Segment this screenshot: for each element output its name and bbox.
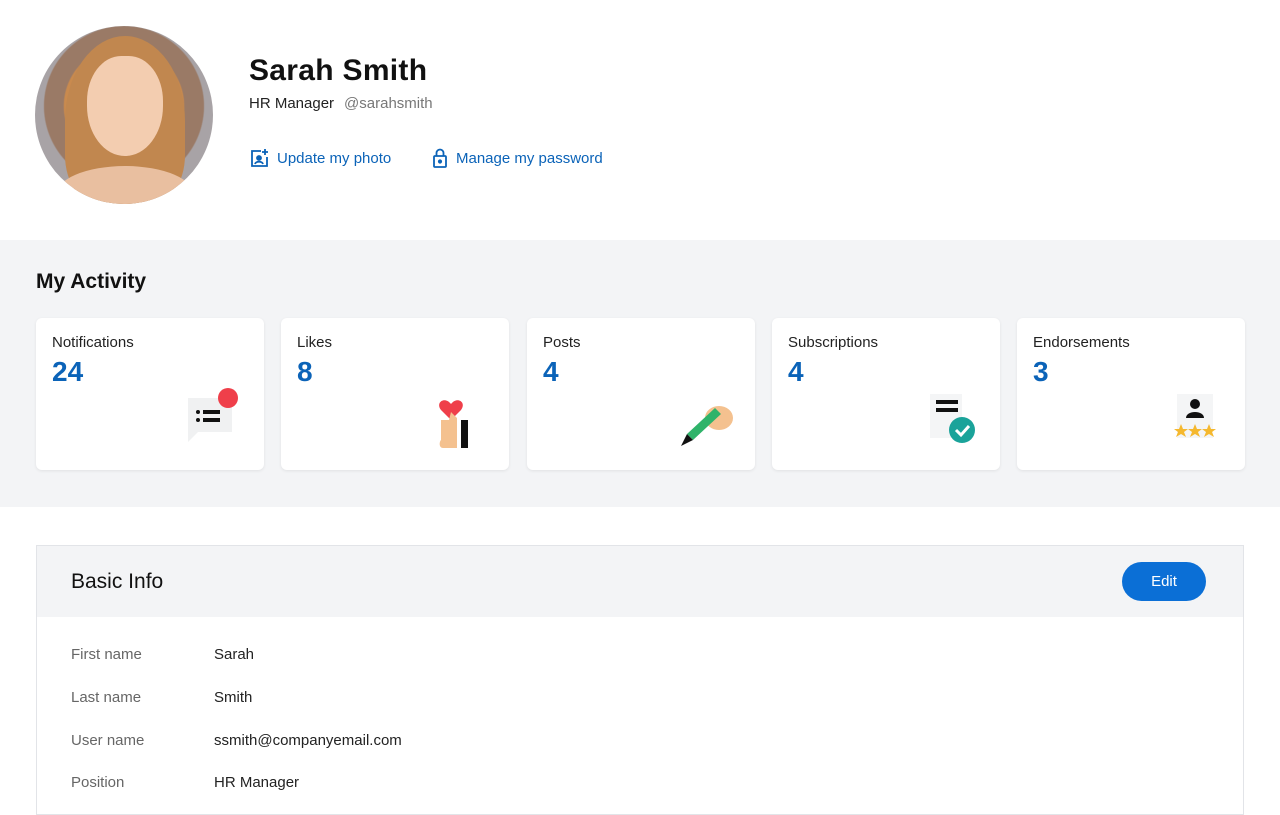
lock-icon <box>433 148 447 168</box>
info-value: HR Manager <box>214 774 300 791</box>
basic-info-header: Basic Info Edit <box>37 546 1243 617</box>
manage-password-link[interactable]: Manage my password <box>432 148 603 168</box>
card-label: Posts <box>543 334 581 351</box>
update-photo-link[interactable]: Update my photo <box>249 148 391 168</box>
activity-title: My Activity <box>36 270 147 293</box>
pencil-hand-icon <box>681 406 733 446</box>
info-value: Smith <box>214 689 253 706</box>
avatar <box>35 26 213 204</box>
card-label: Notifications <box>52 334 134 351</box>
card-label: Subscriptions <box>788 334 879 351</box>
card-label: Endorsements <box>1033 334 1130 351</box>
info-label: Last name <box>71 689 142 706</box>
basic-info-title: Basic Info <box>71 570 164 593</box>
update-photo-label: Update my photo <box>277 149 392 167</box>
card-value: 3 <box>1033 356 1049 387</box>
card-label: Likes <box>297 334 333 351</box>
info-value: Sarah <box>214 646 255 663</box>
info-value: ssmith@companyemail.com <box>214 732 402 749</box>
document-check-icon <box>930 394 975 443</box>
activity-section: My Activity Notifications 24 Likes 8 Pos… <box>0 240 1280 507</box>
card-value: 24 <box>52 356 84 387</box>
card-endorsements[interactable]: Endorsements 3 <box>1017 318 1245 470</box>
profile-subtitle: HR Manager @sarahsmith <box>249 95 433 112</box>
card-subscriptions[interactable]: Subscriptions 4 <box>772 318 1000 470</box>
card-posts[interactable]: Posts 4 <box>527 318 755 470</box>
info-row: User name ssmith@companyemail.com <box>71 732 402 749</box>
card-value: 8 <box>297 356 313 387</box>
card-value: 4 <box>543 356 559 387</box>
edit-button[interactable]: Edit <box>1122 562 1206 601</box>
add-photo-icon <box>251 149 268 167</box>
card-value: 4 <box>788 356 804 387</box>
heart-hand-icon <box>439 400 468 448</box>
info-row: First name Sarah <box>71 646 254 663</box>
notification-list-icon <box>188 388 238 442</box>
card-likes[interactable]: Likes 8 <box>281 318 509 470</box>
info-label: User name <box>71 732 145 749</box>
info-row: Last name Smith <box>71 689 252 706</box>
info-row: Position HR Manager <box>71 774 299 791</box>
info-label: Position <box>71 774 125 791</box>
profile-name: Sarah Smith <box>249 54 428 87</box>
profile-handle: @sarahsmith <box>344 95 433 112</box>
card-notifications[interactable]: Notifications 24 <box>36 318 264 470</box>
basic-info-panel: Basic Info Edit First name Sarah Last nam… <box>36 545 1244 815</box>
manage-password-label: Manage my password <box>456 149 603 167</box>
person-stars-icon <box>1174 394 1216 438</box>
profile-role: HR Manager <box>249 95 335 112</box>
info-label: First name <box>71 646 142 663</box>
